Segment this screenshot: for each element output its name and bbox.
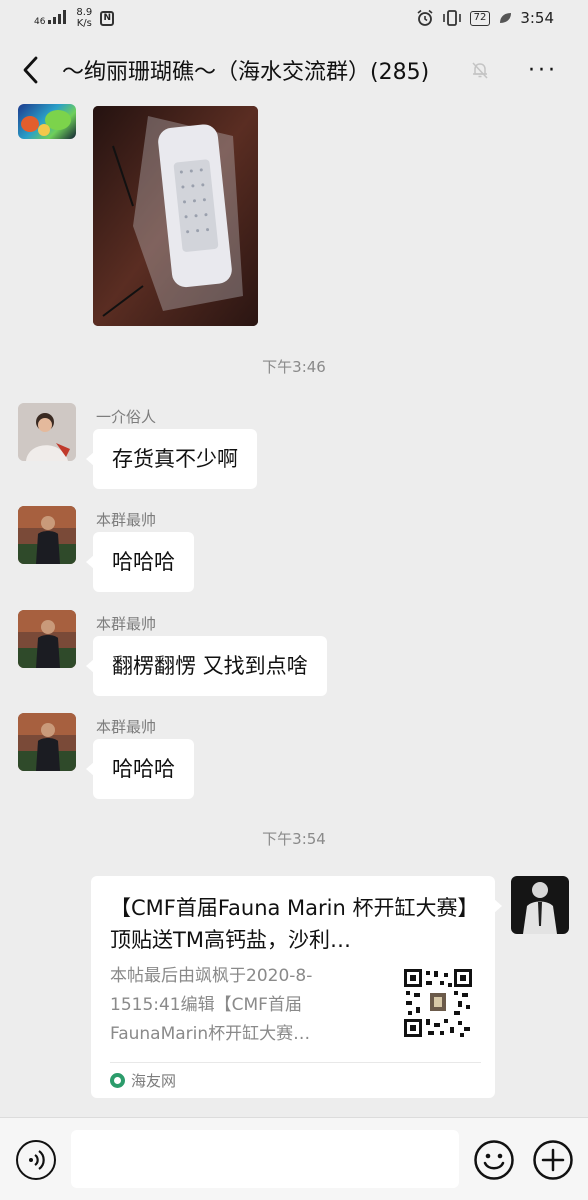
link-card[interactable]: 【CMF首届Fauna Marin 杯开缸大赛】顶贴送TM高钙盐，沙利… 本帖最… (91, 876, 502, 1098)
sender-name: 本群最帅 (96, 615, 157, 633)
emoji-icon (474, 1140, 514, 1180)
link-card-description: 本帖最后由飒枫于2020-8-1515:41编辑【CMF首届FaunaMarin… (110, 966, 313, 1044)
alarm-icon (417, 9, 433, 26)
signal-bars-icon (48, 9, 67, 24)
sender-name: 一介俗人 (96, 408, 157, 426)
led-light-photo (93, 106, 258, 326)
speed-unit: K/s (76, 18, 92, 29)
person-avatar-image (511, 876, 569, 934)
link-card-title: 【CMF首届Fauna Marin 杯开缸大赛】顶贴送TM高钙盐，沙利… (110, 896, 479, 952)
message-bubble[interactable]: 哈哈哈 (86, 532, 194, 592)
avatar[interactable] (18, 713, 76, 771)
link-card-source: 海友网 (110, 1070, 176, 1091)
my-avatar[interactable] (511, 876, 569, 934)
timestamp: 下午3:54 (262, 830, 326, 848)
avatar[interactable] (18, 403, 76, 461)
nfc-icon: N (100, 10, 115, 26)
message-bubble[interactable]: 存货真不少啊 (86, 429, 257, 489)
signal-label: 46 (34, 16, 46, 27)
plus-icon (533, 1140, 573, 1180)
message-input[interactable] (71, 1130, 459, 1188)
source-logo-icon (110, 1073, 125, 1088)
coral-avatar-image (21, 110, 71, 136)
timestamp: 下午3:46 (262, 358, 326, 376)
voice-icon (29, 1150, 45, 1170)
bell-off-icon (472, 62, 488, 79)
person-avatar-image (18, 610, 76, 668)
vibrate-icon (442, 10, 461, 26)
input-bar (0, 1117, 588, 1200)
avatar[interactable] (18, 610, 76, 668)
network-speed: 8.9 K/s (76, 7, 92, 29)
person-avatar-image (18, 403, 76, 461)
emoji-button[interactable] (473, 1139, 515, 1181)
person-avatar-image (18, 506, 76, 564)
sender-name: 本群最帅 (96, 511, 157, 529)
divider (110, 1062, 481, 1063)
qr-code-thumbnail (404, 969, 472, 1037)
battery-indicator: 72 (469, 10, 491, 26)
chat-title: ～绚丽珊瑚礁～（海水交流群）(285) (62, 60, 430, 85)
chevron-left-icon (23, 56, 38, 84)
chat-image[interactable] (93, 106, 258, 326)
plus-button[interactable] (532, 1139, 574, 1181)
leaf-icon (500, 13, 512, 23)
more-button[interactable]: ··· (528, 58, 558, 83)
speed-value: 8.9 (76, 7, 93, 18)
source-name: 海友网 (131, 1072, 177, 1090)
back-button[interactable] (16, 52, 46, 88)
message-bubble[interactable]: 翻楞翻愣 又找到点啥 (86, 636, 327, 696)
clock: 3:54 (520, 9, 554, 27)
chat-header: ～绚丽珊瑚礁～（海水交流群）(285) ··· (0, 40, 588, 102)
person-avatar-image (18, 713, 76, 771)
voice-button[interactable] (16, 1140, 56, 1180)
status-bar: 46 8.9 K/s N 72 3:54 (0, 0, 588, 36)
avatar[interactable] (18, 506, 76, 564)
avatar[interactable] (18, 104, 76, 139)
signal-indicator: 46 (34, 9, 68, 27)
message-bubble[interactable]: 哈哈哈 (86, 739, 194, 799)
sender-name: 本群最帅 (96, 718, 157, 736)
